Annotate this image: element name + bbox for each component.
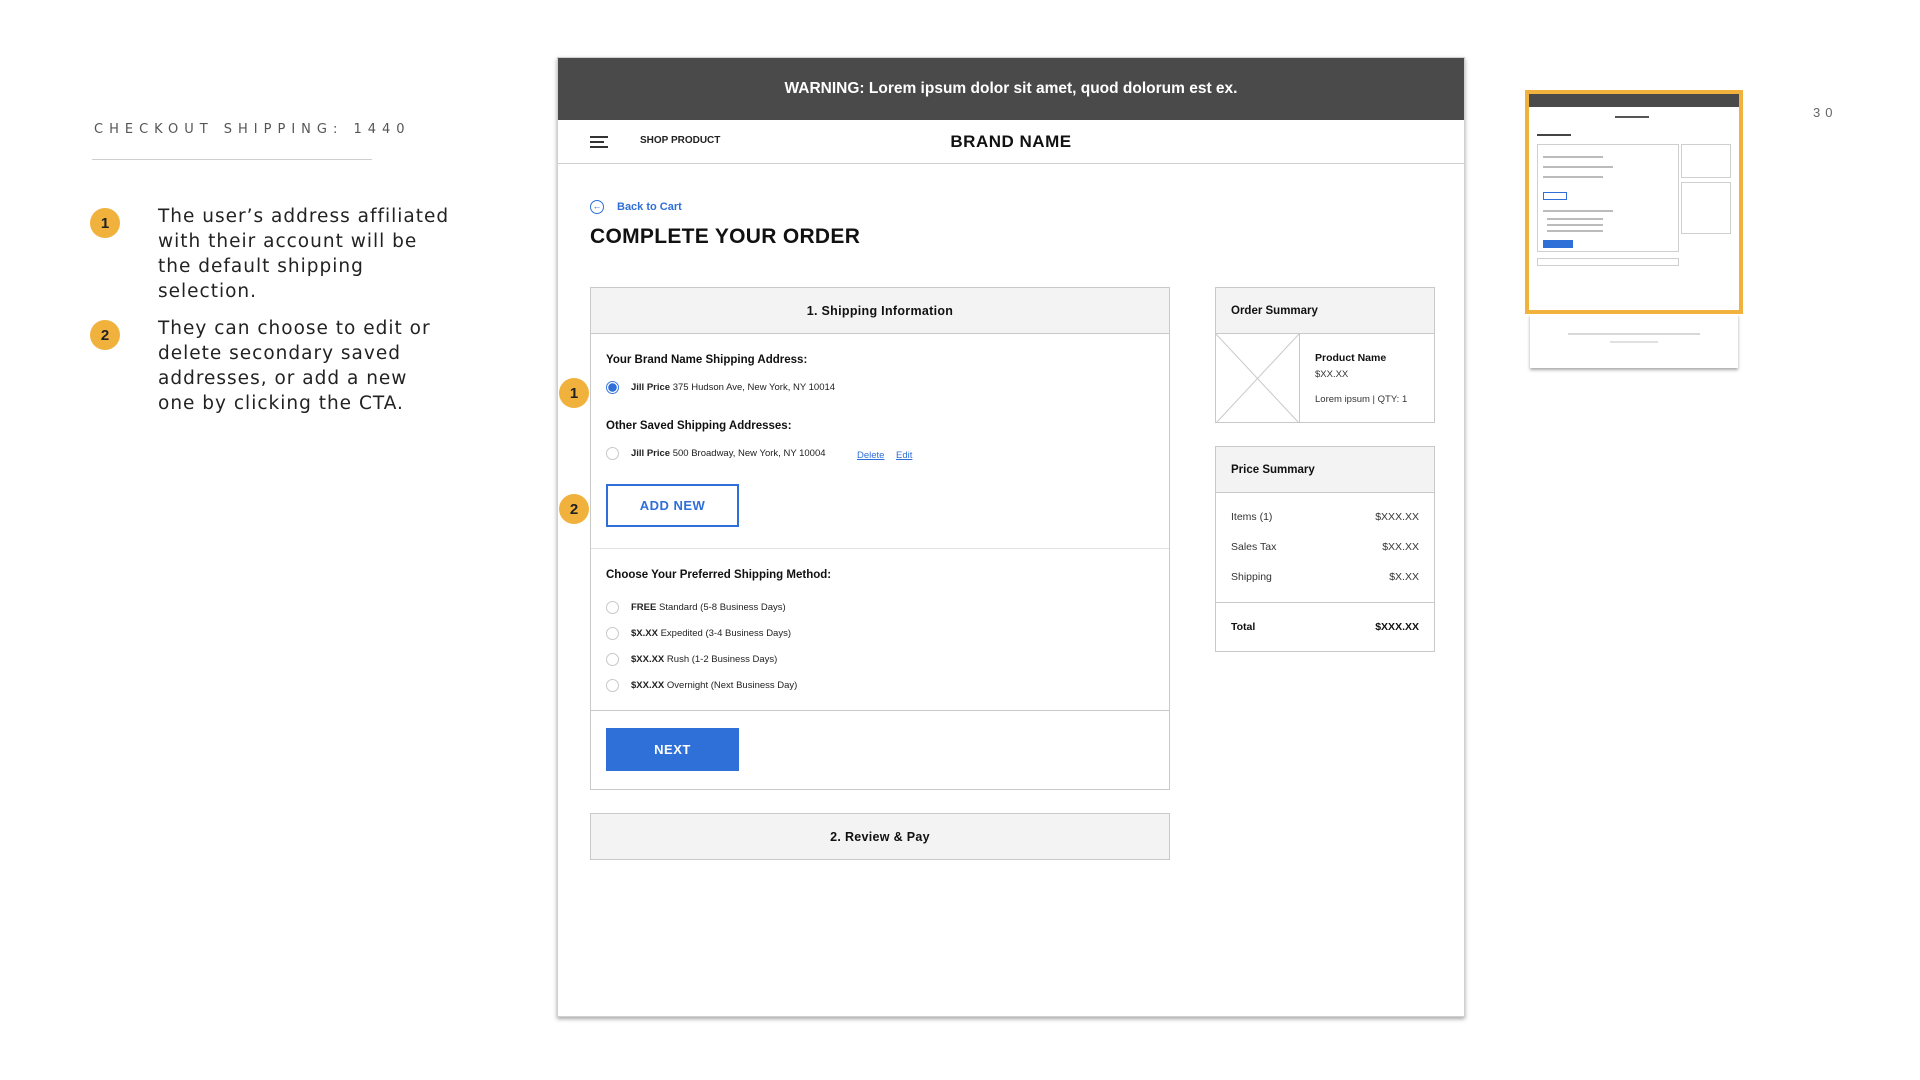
price-row-total: Total $XXX.XX [1231,621,1419,633]
other-address-radio[interactable] [606,447,619,460]
page-thumbnail[interactable] [1525,90,1743,314]
order-summary-panel: Order Summary Product Name $XX.XX Lorem … [1215,287,1435,424]
shipping-method-expedited: $X.XX Expedited (3-4 Business Days) [631,628,791,639]
product-price: $XX.XX [1315,369,1349,380]
other-addresses-label: Other Saved Shipping Addresses: [606,420,792,432]
shipping-panel-header[interactable]: 1. Shipping Information [591,288,1169,334]
price-row-items: Items (1) $XXX.XX [1231,511,1419,523]
price-row-sales-tax: Sales Tax $XX.XX [1231,541,1419,553]
shipping-method-radio-overnight[interactable] [606,679,619,692]
shipping-information-panel: 1. Shipping Information Your Brand Name … [590,287,1170,790]
next-button[interactable]: NEXT [606,728,739,771]
product-name: Product Name [1315,352,1387,364]
shipping-method-radio-standard[interactable] [606,601,619,614]
delete-address-link[interactable]: Delete [857,450,884,461]
price-summary-panel: Price Summary Items (1) $XXX.XX Sales Tax… [1215,446,1435,652]
shipping-method-rush: $XX.XX Rush (1-2 Business Days) [631,654,778,665]
step-badge-1: 1 [559,378,589,408]
annotation-note-2: 2 They can choose to edit or delete seco… [90,316,450,416]
section-divider [591,548,1169,549]
back-arrow-icon: ← [590,200,604,214]
brand-logo[interactable]: BRAND NAME [558,132,1464,152]
page-title: COMPLETE YOUR ORDER [590,225,861,248]
review-pay-panel[interactable]: 2. Review & Pay [590,813,1170,860]
shipping-method-radio-expedited[interactable] [606,627,619,640]
back-to-cart-label: Back to Cart [617,201,682,213]
price-row-shipping: Shipping $X.XX [1231,571,1419,583]
shipping-method-overnight: $XX.XX Overnight (Next Business Day) [631,680,798,691]
edit-address-link[interactable]: Edit [896,450,912,461]
slide-title: CHECKOUT SHIPPING: 1440 [94,122,411,137]
shipping-method-label: Choose Your Preferred Shipping Method: [606,569,832,581]
thumbnail-warning-bar [1529,94,1739,107]
step-badge-1: 1 [90,208,120,238]
warning-banner: WARNING: Lorem ipsum dolor sit amet, quo… [558,58,1464,120]
annotation-note-1: 1 The user’s address affiliated with the… [90,204,450,304]
shipping-method-standard: FREE Standard (5-8 Business Days) [631,602,786,613]
product-image-placeholder [1215,333,1300,424]
add-new-address-button[interactable]: ADD NEW [606,484,739,527]
back-to-cart-link[interactable]: ← Back to Cart [590,200,682,214]
price-summary-header: Price Summary [1216,447,1434,493]
shipping-method-radio-rush[interactable] [606,653,619,666]
order-summary-header: Order Summary [1216,288,1434,334]
other-address-text: Jill Price 500 Broadway, New York, NY 10… [631,448,826,459]
annotation-text-2: They can choose to edit or delete second… [158,318,431,414]
step-badge-2: 2 [90,320,120,350]
price-divider [1216,602,1434,603]
page-number: 30 [1813,105,1838,120]
top-nav: SHOP PRODUCT BRAND NAME [558,120,1464,164]
section-divider [591,710,1169,711]
title-divider [92,159,372,160]
default-address-text: Jill Price 375 Hudson Ave, New York, NY … [631,382,836,393]
default-address-label: Your Brand Name Shipping Address: [606,354,808,366]
product-meta: Lorem ipsum | QTY: 1 [1315,394,1408,405]
annotation-text-1: The user’s address affiliated with their… [158,206,450,302]
default-address-radio[interactable] [606,381,619,394]
thumbnail-footer [1530,314,1738,368]
step-badge-2: 2 [559,494,589,524]
checkout-wireframe: WARNING: Lorem ipsum dolor sit amet, quo… [557,57,1465,1017]
